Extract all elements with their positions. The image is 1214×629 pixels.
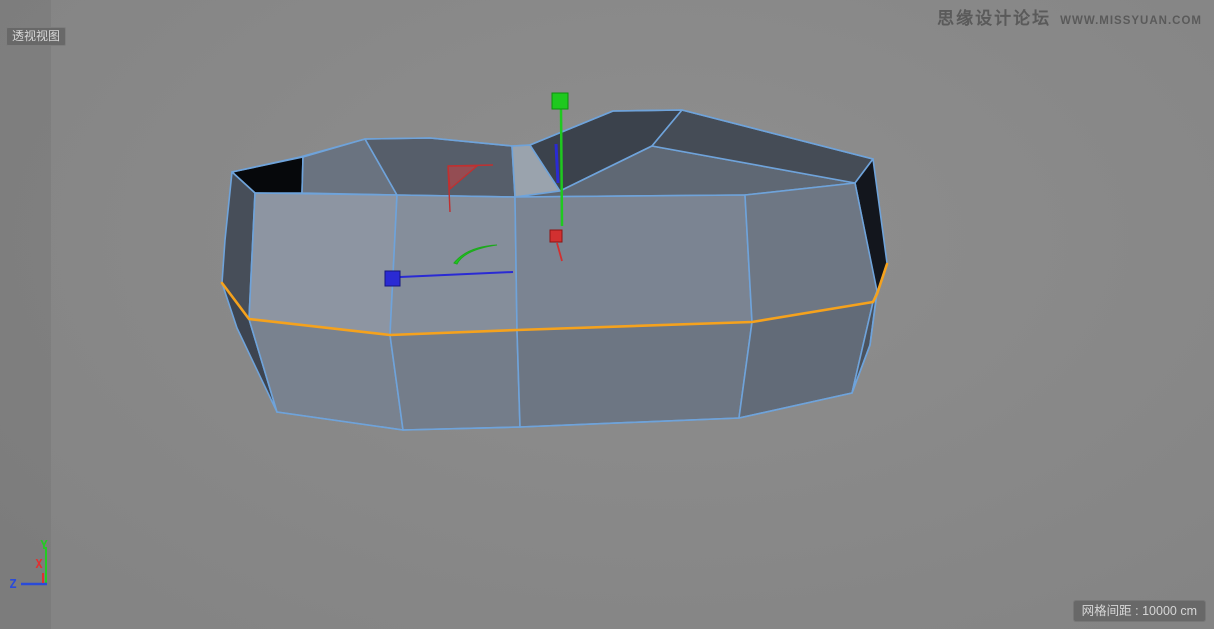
scene-canvas[interactable]: Y X Z — [0, 0, 1214, 629]
mesh-face-bottom[interactable] — [249, 319, 403, 430]
gizmo-y-axis-handle[interactable] — [552, 93, 568, 109]
mesh-face-bottom[interactable] — [390, 330, 520, 430]
watermark-url: WWW.MISSYUAN.COM — [1060, 15, 1202, 27]
mesh-face-bottom[interactable] — [517, 322, 752, 427]
gizmo-x-axis-handle[interactable] — [550, 230, 562, 242]
axis-z-label: Z — [9, 577, 16, 591]
gizmo-z-axis-line[interactable] — [556, 144, 558, 183]
mesh-face-front[interactable] — [390, 195, 517, 335]
gizmo-z-axis-handle[interactable] — [385, 271, 400, 286]
viewport-label[interactable]: 透视视图 — [6, 27, 66, 46]
grid-spacing-label: 网格间距 : 10000 cm — [1073, 600, 1206, 622]
mesh-face-front[interactable] — [515, 195, 752, 330]
model-mesh[interactable] — [222, 110, 887, 430]
watermark-title: 思缘设计论坛 — [937, 4, 1051, 29]
axis-x-label: X — [35, 557, 43, 571]
mesh-face-front[interactable] — [249, 193, 397, 335]
watermark: 思缘设计论坛 WWW.MISSYUAN.COM — [937, 4, 1202, 29]
mesh-face-front[interactable] — [745, 183, 877, 322]
axis-triad: Y X Z — [9, 538, 48, 591]
axis-y-label: Y — [40, 538, 48, 552]
gizmo-plane-edge-red — [448, 165, 493, 166]
gizmo-y-axis-line[interactable] — [561, 108, 562, 226]
